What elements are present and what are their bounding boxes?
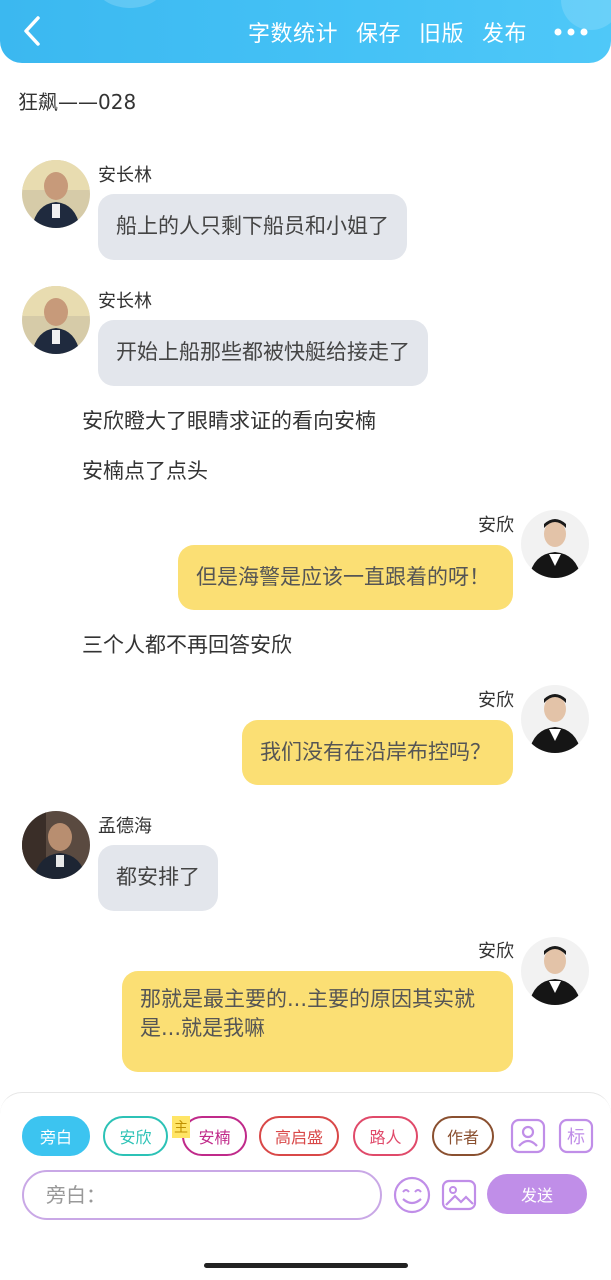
narration-text[interactable]: 安楠点了点头	[82, 455, 208, 485]
chevron-left-icon	[24, 16, 40, 46]
svg-text:标: 标	[567, 1127, 585, 1148]
avatar-image	[521, 685, 589, 753]
role-chip-author[interactable]: 作者	[432, 1116, 494, 1156]
message-bubble[interactable]: 我们没有在沿岸布控吗？	[242, 720, 513, 785]
main-role-tag: 主	[172, 1116, 190, 1138]
avatar-image	[521, 510, 589, 578]
header-decoration	[95, 0, 165, 8]
role-chip-narrator[interactable]: 旁白	[22, 1116, 90, 1156]
sender-name: 安欣	[478, 941, 514, 962]
message-input[interactable]	[22, 1170, 382, 1220]
avatar[interactable]	[22, 286, 90, 354]
sender-name: 孟德海	[98, 816, 152, 837]
avatar[interactable]	[22, 811, 90, 879]
contact-card-icon	[510, 1118, 546, 1154]
avatar-image	[22, 160, 90, 228]
tag-button[interactable]: 标	[558, 1118, 594, 1154]
back-button[interactable]	[18, 14, 48, 48]
send-button[interactable]: 发送	[487, 1174, 587, 1214]
image-icon	[441, 1179, 477, 1211]
avatar-image	[521, 937, 589, 1005]
more-button[interactable]	[545, 17, 597, 47]
role-chip-gaoqisheng[interactable]: 高启盛	[259, 1116, 339, 1156]
tag-biao-icon: 标	[558, 1118, 594, 1154]
message-bubble[interactable]: 都安排了	[98, 845, 218, 911]
more-dots-icon	[554, 28, 588, 35]
message-bubble[interactable]: 开始上船那些都被快艇给接走了	[98, 320, 428, 386]
save-button[interactable]: 保存	[356, 16, 401, 48]
role-chip-annan[interactable]: 安楠	[182, 1116, 247, 1156]
sender-name: 安长林	[98, 291, 152, 312]
old-version-button[interactable]: 旧版	[419, 16, 464, 48]
emoji-button[interactable]	[392, 1175, 432, 1215]
role-chip-anxin[interactable]: 安欣	[103, 1116, 168, 1156]
narration-text[interactable]: 三个人都不再回答安欣	[82, 629, 292, 659]
avatar[interactable]	[22, 160, 90, 228]
message-bubble[interactable]: 那就是最主要的...主要的原因其实就是...就是我嘛	[122, 971, 513, 1072]
publish-button[interactable]: 发布	[482, 16, 527, 48]
sender-name: 安长林	[98, 165, 152, 186]
avatar-image	[22, 286, 90, 354]
sender-name: 安欣	[478, 690, 514, 711]
top-nav-bar: 字数统计 保存 旧版 发布	[0, 0, 611, 63]
word-count-button[interactable]: 字数统计	[248, 16, 338, 48]
narration-text[interactable]: 安欣瞪大了眼睛求证的看向安楠	[82, 405, 376, 435]
sender-name: 安欣	[478, 515, 514, 536]
home-indicator	[204, 1263, 408, 1268]
smiley-icon	[393, 1176, 431, 1214]
role-chip-passerby[interactable]: 路人	[353, 1116, 418, 1156]
avatar[interactable]	[521, 937, 589, 1005]
avatar-image	[22, 811, 90, 879]
message-bubble[interactable]: 船上的人只剩下船员和小姐了	[98, 194, 407, 260]
message-bubble[interactable]: 但是海警是应该一直跟着的呀！	[178, 545, 513, 610]
contact-card-button[interactable]	[510, 1118, 546, 1154]
document-title: 狂飙——028	[18, 90, 137, 114]
image-button[interactable]	[440, 1176, 478, 1214]
avatar[interactable]	[521, 510, 589, 578]
avatar[interactable]	[521, 685, 589, 753]
